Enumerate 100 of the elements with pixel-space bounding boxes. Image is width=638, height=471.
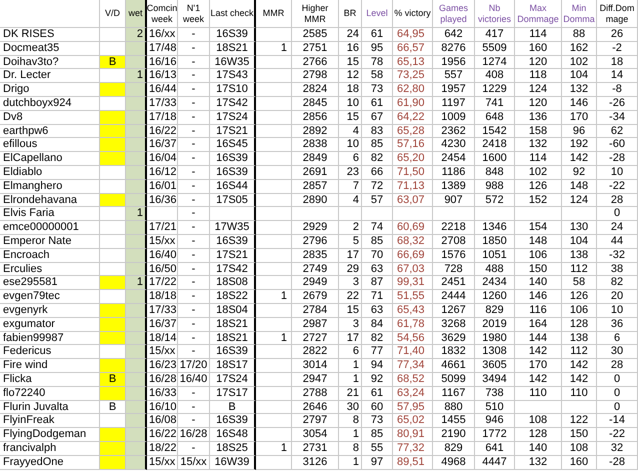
column-header: wet: [126, 0, 147, 28]
table-cell: 5: [339, 234, 362, 249]
table-cell: 1: [256, 42, 292, 56]
column-header: % victory: [393, 0, 433, 28]
table-cell: -8: [597, 83, 638, 97]
table-cell: 16/22: [147, 124, 178, 138]
empty-cell: [126, 345, 147, 360]
table-cell: 10: [339, 96, 362, 111]
table-cell: -: [178, 138, 210, 152]
table-cell: -: [178, 386, 210, 401]
table-cell: 1186: [433, 166, 475, 180]
table-cell: 988: [475, 180, 515, 194]
table-cell: 132: [515, 456, 562, 470]
table-cell: 6: [597, 332, 638, 346]
table-cell: -: [178, 221, 210, 235]
table-cell: 16/28: [178, 428, 210, 442]
empty-cell: [562, 207, 597, 222]
empty-cell: [475, 207, 515, 222]
empty-cell: [256, 414, 292, 428]
table-cell: 18S04: [210, 304, 256, 318]
table-cell: 1: [256, 442, 292, 456]
table-cell: 142: [562, 372, 597, 387]
table-cell: 1850: [475, 234, 515, 249]
table-cell: 140: [515, 442, 562, 456]
table-cell: -: [178, 276, 210, 290]
table-cell: 6: [339, 345, 362, 360]
table-cell: 16S39: [210, 414, 256, 428]
column-header: Last check: [210, 0, 256, 28]
table-cell: 2646: [292, 400, 339, 414]
table-cell: 2796: [292, 234, 339, 249]
table-cell: 8276: [433, 42, 475, 56]
table-cell: 1980: [475, 332, 515, 346]
table-cell: -: [178, 96, 210, 111]
column-header: Nb victories: [475, 0, 515, 28]
table-cell: 2679: [292, 290, 339, 304]
table-cell: 83: [362, 124, 393, 138]
table-cell: 60: [362, 400, 393, 414]
table-cell: 57: [362, 194, 393, 208]
table-cell: 80,91: [393, 428, 433, 442]
player-name: Docmeat35: [0, 42, 100, 56]
table-cell: 2444: [433, 290, 475, 304]
empty-cell: [256, 83, 292, 97]
empty-cell: [256, 304, 292, 318]
table-cell: 68,32: [393, 234, 433, 249]
table-cell: 64,95: [393, 28, 433, 42]
table-cell: 65,13: [393, 56, 433, 70]
table-cell: 2784: [292, 304, 339, 318]
table-cell: 146: [562, 96, 597, 111]
table-cell: 7: [339, 180, 362, 194]
table-cell: 4230: [433, 138, 475, 152]
player-name: FlyinFreak: [0, 414, 100, 428]
empty-cell: [126, 400, 147, 414]
table-cell: 112: [562, 345, 597, 360]
empty-cell: [126, 180, 147, 194]
player-name: DK RISES: [0, 28, 100, 42]
table-cell: 2766: [292, 56, 339, 70]
table-cell: 17S05: [210, 194, 256, 208]
table-cell: 16/10: [147, 400, 178, 414]
table-cell: 18S17: [210, 359, 256, 373]
table-cell: 17S21: [210, 248, 256, 263]
empty-cell: [256, 262, 292, 276]
table-cell: 126: [562, 290, 597, 304]
empty-cell: [126, 221, 147, 235]
empty-cell: [256, 345, 292, 360]
table-cell: 128: [562, 318, 597, 332]
table-cell: -: [178, 290, 210, 304]
table-cell: 417: [475, 28, 515, 42]
table-cell: 1: [339, 359, 362, 373]
table-cell: -: [178, 332, 210, 346]
table-cell: 18S21: [210, 332, 256, 346]
table-cell: 62,80: [393, 83, 433, 97]
table-cell: 1: [256, 332, 292, 346]
table-cell: 4: [339, 194, 362, 208]
table-cell: -28: [597, 456, 638, 470]
empty-cell: [256, 180, 292, 194]
player-name: Elvis Faria: [0, 207, 100, 222]
table-cell: 0: [597, 400, 638, 414]
table-cell: -22: [597, 428, 638, 442]
table-cell: 728: [433, 262, 475, 276]
table-cell: 557: [433, 69, 475, 84]
player-name: Emperor Nate: [0, 234, 100, 249]
player-name: fabien99987: [0, 332, 100, 346]
table-cell: -: [178, 442, 210, 456]
table-cell: -60: [597, 138, 638, 152]
table-cell: 60,69: [393, 221, 433, 235]
table-cell: 17W35: [210, 221, 256, 235]
table-cell: 66,69: [393, 248, 433, 263]
table-cell: 16/33: [147, 386, 178, 401]
empty-cell: [256, 456, 292, 470]
table-cell: 3494: [475, 372, 515, 387]
table-cell: 907: [433, 194, 475, 208]
table-cell: 51,55: [393, 290, 433, 304]
column-header: MMR: [256, 0, 292, 28]
table-cell: 1167: [433, 386, 475, 401]
table-cell: 15/xx: [147, 456, 178, 470]
table-cell: 17S42: [210, 262, 256, 276]
table-cell: 71,50: [393, 166, 433, 180]
table-cell: 16/16: [147, 56, 178, 70]
table-cell: 1: [339, 372, 362, 387]
table-cell: 66: [362, 166, 393, 180]
